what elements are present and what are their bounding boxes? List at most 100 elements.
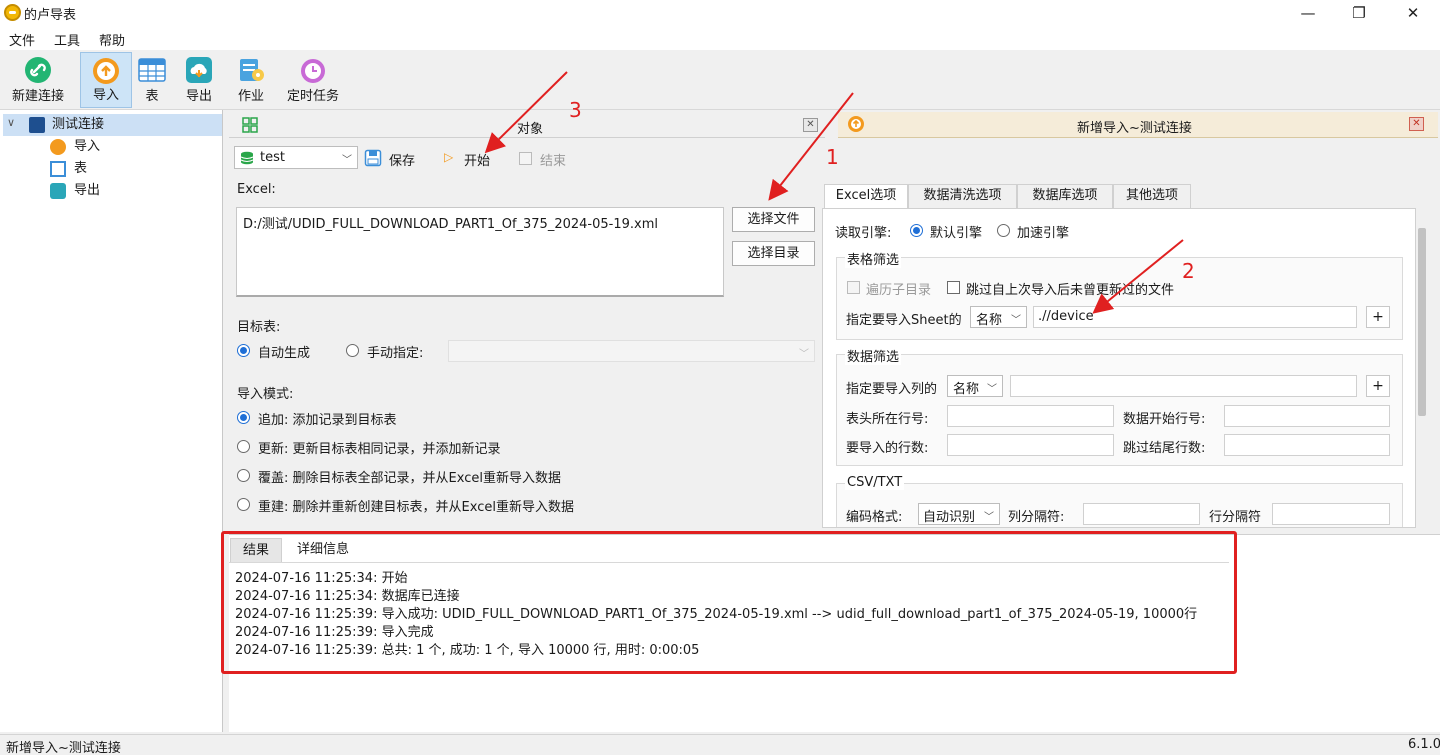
encoding-select[interactable]: 自动识别 ﹀	[918, 503, 1000, 525]
read-engine-label: 读取引擎:	[835, 226, 892, 241]
result-highlight-box	[221, 531, 1237, 674]
choose-directory-button[interactable]: 选择目录	[732, 241, 815, 266]
menu-file[interactable]: 文件	[9, 30, 35, 49]
traverse-subdir-label: 遍历子目录	[866, 283, 932, 298]
manual-specify-radio[interactable]	[346, 344, 359, 357]
target-table-select[interactable]: ﹀	[448, 340, 815, 362]
import-icon	[50, 139, 66, 155]
target-table-label: 目标表:	[237, 320, 281, 335]
version-label: 6.1.0	[1408, 737, 1440, 752]
mode-update-radio[interactable]	[237, 440, 250, 453]
job-button[interactable]: 作业	[230, 52, 272, 108]
columns-mode-select[interactable]: 名称 ﹀	[947, 375, 1003, 397]
tab-data-cleaning-options[interactable]: 数据清洗选项	[908, 184, 1017, 208]
chevron-down-icon: ﹀	[984, 512, 994, 523]
skip-tail-rows-label: 跳过结尾行数:	[1123, 441, 1206, 456]
sheet-name-input[interactable]: .//device	[1033, 306, 1357, 328]
tree-item-import[interactable]: 导入	[48, 136, 218, 158]
new-connection-button[interactable]: 新建连接	[4, 52, 72, 108]
menu-help[interactable]: 帮助	[99, 30, 125, 49]
maximize-button[interactable]: ❐	[1336, 0, 1382, 26]
options-scrollbar[interactable]	[1418, 228, 1426, 416]
annotation-2: 2	[1182, 259, 1195, 283]
header-row-input[interactable]	[947, 405, 1114, 427]
import-icon	[848, 116, 864, 132]
sheet-label: 指定要导入Sheet的	[846, 313, 962, 328]
link-icon	[25, 57, 51, 83]
app-logo-icon	[4, 4, 21, 21]
chevron-down-icon: ﹀	[342, 155, 352, 166]
connection-tree	[0, 110, 223, 732]
rows-to-import-input[interactable]	[947, 434, 1114, 456]
save-button[interactable]: 保存	[364, 147, 424, 169]
export-button[interactable]: 导出	[178, 52, 220, 108]
tab-excel-options[interactable]: Excel选项	[824, 184, 908, 208]
tree-item-export[interactable]: 导出	[48, 180, 218, 202]
column-separator-input[interactable]	[1083, 503, 1200, 525]
stop-button[interactable]: 结束	[518, 147, 578, 169]
clock-icon	[301, 59, 325, 83]
close-window-button[interactable]: ✕	[1390, 0, 1436, 26]
export-icon	[50, 183, 66, 199]
sheet-mode-select[interactable]: 名称 ﹀	[970, 306, 1027, 328]
menu-bar	[0, 26, 1440, 50]
connection-icon	[29, 117, 45, 133]
grid-icon	[242, 117, 258, 133]
mode-overwrite-radio[interactable]	[237, 469, 250, 482]
columns-input[interactable]	[1010, 375, 1357, 397]
row-separator-input[interactable]	[1272, 503, 1390, 525]
import-mode-label: 导入模式:	[237, 387, 294, 402]
fast-engine-label: 加速引擎	[1017, 226, 1070, 241]
stop-icon	[519, 152, 532, 165]
minimize-button[interactable]: —	[1285, 0, 1331, 26]
job-icon	[240, 59, 264, 81]
table-icon	[138, 58, 166, 82]
mode-append-radio[interactable]	[237, 411, 250, 424]
default-engine-radio[interactable]	[910, 224, 923, 237]
auto-generate-radio[interactable]	[237, 344, 250, 357]
table-button[interactable]: 表	[134, 52, 170, 108]
excel-path-field[interactable]: D:/测试/UDID_FULL_DOWNLOAD_PART1_Of_375_20…	[236, 207, 724, 297]
start-button[interactable]: ▷ 开始	[444, 147, 500, 169]
rows-to-import-label: 要导入的行数:	[846, 441, 929, 456]
object-panel-close-button[interactable]: ✕	[803, 118, 818, 132]
header-row-label: 表头所在行号:	[846, 412, 929, 427]
scheduled-task-button[interactable]: 定时任务	[284, 52, 342, 108]
default-engine-label: 默认引擎	[930, 226, 983, 241]
row-separator-label: 行分隔符	[1209, 510, 1262, 525]
import-options-close-button[interactable]: ✕	[1409, 117, 1424, 131]
add-sheet-button[interactable]: +	[1366, 306, 1390, 328]
mode-rebuild-label: 重建: 删除并重新创建目标表，并从Excel重新导入数据	[258, 500, 574, 515]
import-cloud-icon	[93, 58, 119, 84]
skip-tail-rows-input[interactable]	[1224, 434, 1390, 456]
traverse-subdir-checkbox[interactable]	[847, 281, 860, 294]
status-text: 新增导入~测试连接	[6, 741, 121, 755]
tab-database-options[interactable]: 数据库选项	[1017, 184, 1113, 208]
csv-txt-title: CSV/TXT	[845, 475, 905, 490]
manual-specify-label: 手动指定:	[367, 346, 424, 361]
fast-engine-radio[interactable]	[997, 224, 1010, 237]
database-icon	[240, 151, 254, 165]
collapse-icon[interactable]: ∨	[7, 116, 15, 129]
status-bar	[0, 734, 1440, 755]
table-icon	[50, 161, 66, 177]
tree-item-table[interactable]: 表	[48, 158, 218, 180]
chevron-down-icon: ﹀	[987, 384, 997, 395]
import-button[interactable]: 导入	[80, 52, 132, 108]
mode-rebuild-radio[interactable]	[237, 498, 250, 511]
database-select[interactable]: test ﹀	[234, 146, 358, 169]
column-separator-label: 列分隔符:	[1008, 510, 1065, 525]
tab-other-options[interactable]: 其他选项	[1113, 184, 1191, 208]
mode-overwrite-label: 覆盖: 删除目标表全部记录，并从Excel重新导入数据	[258, 471, 561, 486]
choose-file-button[interactable]: 选择文件	[732, 207, 815, 232]
data-start-row-input[interactable]	[1224, 405, 1390, 427]
encoding-label: 编码格式:	[846, 510, 903, 525]
mode-append-label: 追加: 添加记录到目标表	[258, 413, 397, 428]
menu-tools[interactable]: 工具	[54, 30, 80, 49]
skip-unchanged-checkbox[interactable]	[947, 281, 960, 294]
tree-item-test-connection[interactable]: ∨ 测试连接	[3, 114, 222, 136]
data-start-row-label: 数据开始行号:	[1123, 412, 1206, 427]
columns-label: 指定要导入列的	[846, 382, 938, 397]
title-bar	[0, 0, 1440, 26]
add-column-button[interactable]: +	[1366, 375, 1390, 397]
